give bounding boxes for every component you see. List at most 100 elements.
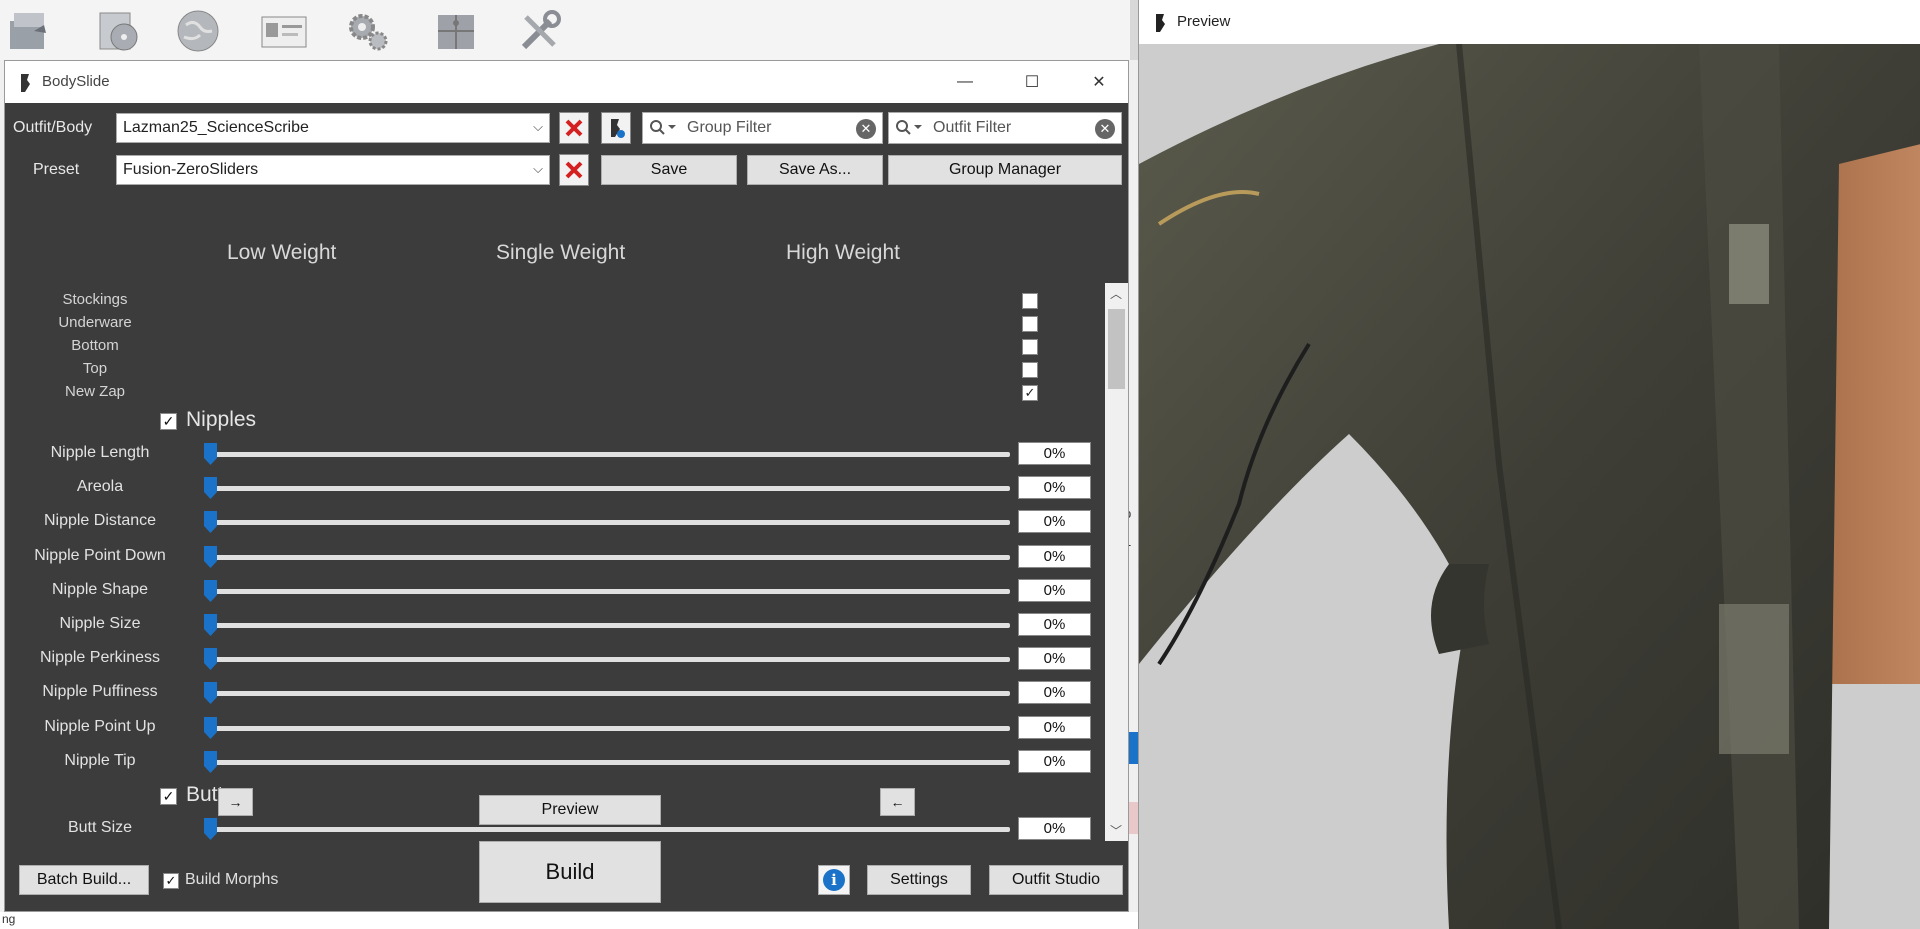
low-weight-header: Low Weight (227, 241, 337, 264)
slider-track[interactable] (210, 588, 1010, 594)
zap-checkbox[interactable]: ✓ (1022, 385, 1038, 401)
preview-title-bar[interactable]: Preview (1139, 0, 1920, 44)
title-bar[interactable]: BodySlide — ☐ ✕ (5, 61, 1128, 103)
globe-icon[interactable] (172, 6, 224, 56)
close-button[interactable]: ✕ (1076, 67, 1122, 97)
slider-value-input[interactable]: 0% (1018, 442, 1091, 465)
slider-value-input[interactable]: 0% (1018, 715, 1091, 739)
search-icon (649, 119, 679, 142)
save-as-button[interactable]: Save As... (747, 155, 883, 185)
red-x-icon (565, 119, 583, 137)
outfit-label: Outfit/Body (13, 119, 93, 136)
slider-thumb[interactable] (203, 613, 218, 637)
copy-to-high-button[interactable]: → (218, 788, 253, 816)
slider-thumb[interactable] (203, 716, 218, 740)
zap-label: Bottom (71, 337, 119, 354)
clear-outfit-button[interactable] (559, 112, 589, 144)
slider-thumb[interactable] (203, 647, 218, 671)
maximize-button[interactable]: ☐ (1009, 67, 1055, 97)
zap-checkbox[interactable] (1022, 362, 1038, 378)
slider-track[interactable] (210, 486, 1010, 492)
group-manager-button[interactable]: Group Manager (888, 155, 1122, 185)
scroll-down-icon[interactable]: ﹀ (1110, 822, 1122, 839)
slider-thumb[interactable] (203, 476, 218, 500)
slider-row: Nipple Perkiness 0% (5, 643, 1105, 677)
outfit-options-button[interactable] (601, 112, 631, 144)
settings-button[interactable]: Settings (867, 865, 971, 895)
preview-3d-viewport[interactable] (1139, 44, 1920, 929)
build-button[interactable]: Build (479, 841, 661, 903)
gears-icon[interactable] (342, 6, 394, 56)
slider-value-input[interactable]: 0% (1018, 544, 1091, 568)
preset-select[interactable]: Fusion-ZeroSliders ⌵ (116, 155, 550, 185)
build-morphs-checkbox[interactable]: ✓ (163, 873, 179, 889)
vertical-scrollbar[interactable]: ︿ ﹀ (1105, 283, 1128, 841)
save-button[interactable]: Save (601, 155, 737, 185)
slider-track[interactable] (210, 725, 1010, 731)
search-icon (895, 119, 925, 142)
copy-to-low-button[interactable]: ← (880, 788, 915, 816)
slider-track[interactable] (210, 657, 1010, 663)
slider-list[interactable]: Stockings Underware Bottom Top New Zap ✓ ✓ Nipp… (5, 283, 1105, 841)
preview-button[interactable]: Preview (479, 795, 661, 825)
slider-value-input[interactable]: 0% (1018, 578, 1091, 602)
delete-preset-button[interactable] (559, 154, 589, 186)
zap-checkbox[interactable] (1022, 293, 1038, 309)
slider-value-input[interactable]: 0% (1018, 510, 1091, 534)
tools-icon[interactable] (514, 6, 566, 56)
clear-filter-icon[interactable]: ✕ (1095, 119, 1115, 139)
group-filter-input[interactable]: Group Filter ✕ (642, 112, 883, 144)
disc-icon[interactable] (92, 6, 144, 56)
slider-track[interactable] (210, 452, 1010, 457)
minimize-button[interactable]: — (942, 67, 988, 97)
info-icon: i (823, 869, 845, 891)
scrollbar-thumb[interactable] (1108, 309, 1125, 389)
clear-filter-icon[interactable]: ✕ (856, 119, 876, 139)
slider-value-input[interactable]: 0% (1018, 817, 1091, 840)
slider-value-input[interactable]: 0% (1018, 476, 1091, 500)
slider-value-input[interactable]: 0% (1018, 681, 1091, 705)
slider-label: Nipple Tip (64, 751, 136, 769)
slider-label: Nipple Perkiness (39, 649, 161, 667)
outfit-value: Lazman25_ScienceScribe (123, 119, 309, 136)
chevron-down-icon: ⌵ (533, 119, 543, 134)
slider-row: Nipple Distance 0% (5, 506, 1105, 540)
slider-track[interactable] (210, 623, 1010, 628)
slider-row: Nipple Size 0% (5, 609, 1105, 643)
slider-value-input[interactable]: 0% (1018, 749, 1091, 773)
slider-thumb[interactable] (203, 442, 218, 466)
bodyslide-window: BodySlide — ☐ ✕ Outfit/Body Lazman25_Sci… (4, 60, 1129, 912)
slider-thumb[interactable] (203, 750, 218, 774)
slider-thumb[interactable] (203, 579, 218, 603)
slider-label: Nipple Length (50, 444, 150, 461)
slider-track[interactable] (210, 554, 1010, 560)
bodyslide-icon (1156, 14, 1165, 32)
info-button[interactable]: i (818, 865, 850, 895)
batch-build-button[interactable]: Batch Build... (19, 865, 149, 895)
group-checkbox[interactable]: ✓ (160, 788, 177, 805)
slider-thumb[interactable] (203, 817, 218, 841)
zap-checkbox[interactable] (1022, 316, 1038, 332)
outfit-select[interactable]: Lazman25_ScienceScribe ⌵ (116, 113, 550, 143)
slider-track[interactable] (210, 520, 1010, 526)
slider-thumb[interactable] (203, 510, 218, 534)
id-card-icon[interactable] (258, 6, 310, 56)
slider-track[interactable] (210, 691, 1010, 697)
slider-thumb[interactable] (203, 681, 218, 705)
slider-label: Nipple Shape (51, 580, 149, 598)
slider-value-input[interactable]: 0% (1018, 613, 1091, 636)
scroll-up-icon[interactable]: ︿ (1110, 285, 1122, 302)
slider-thumb[interactable] (203, 545, 218, 569)
slider-track[interactable] (210, 827, 1010, 832)
outfit-filter-input[interactable]: Outfit Filter ✕ (888, 112, 1122, 144)
group-checkbox[interactable]: ✓ (160, 413, 177, 430)
zap-checkbox[interactable] (1022, 339, 1038, 355)
build-morphs-label: Build Morphs (185, 871, 279, 888)
slider-value-input[interactable]: 0% (1018, 647, 1091, 671)
slider-track[interactable] (210, 759, 1010, 765)
outfit-studio-button[interactable]: Outfit Studio (989, 865, 1123, 895)
box-icon[interactable] (2, 6, 54, 56)
model-render (1139, 44, 1920, 929)
puzzle-icon[interactable] (430, 6, 482, 56)
zap-label: New Zap (64, 383, 126, 400)
